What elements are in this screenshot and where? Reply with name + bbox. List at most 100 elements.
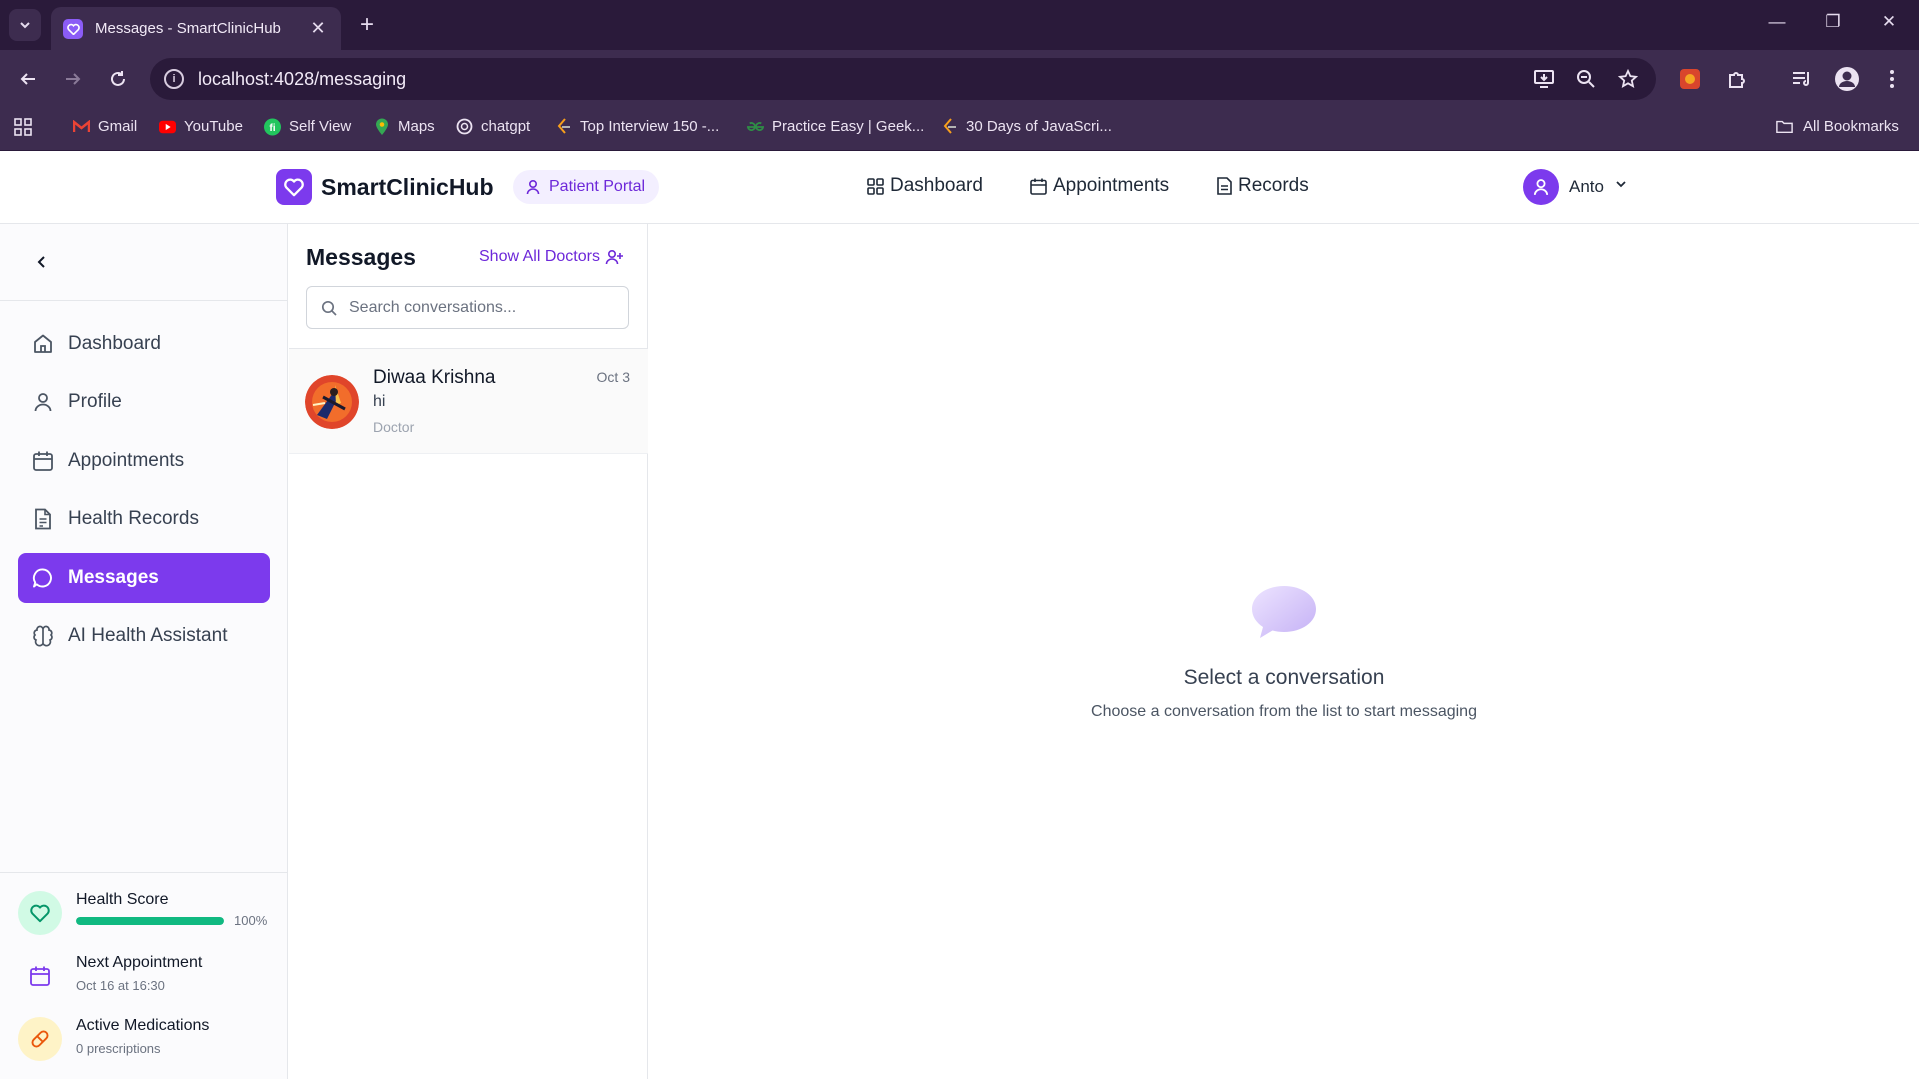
media-controls-icon[interactable]: [1788, 65, 1816, 93]
chevron-down-icon: [20, 22, 30, 29]
brain-icon: [33, 625, 53, 647]
patient-portal-badge: Patient Portal: [513, 170, 660, 204]
url-text: localhost:4028/messaging: [198, 68, 407, 89]
active-medications-card[interactable]: Active Medications 0 prescriptions: [18, 1015, 272, 1065]
empty-state-subtitle: Choose a conversation from the list to s…: [1091, 703, 1477, 720]
show-all-doctors-button[interactable]: Show All Doctors: [479, 248, 623, 266]
brand-name[interactable]: SmartClinicHub: [321, 174, 494, 201]
next-appointment-title: Next Appointment: [76, 954, 203, 971]
self-view-icon: fi: [264, 118, 281, 135]
conversation-role: Doctor: [373, 419, 415, 435]
browser-menu-icon[interactable]: [1878, 65, 1906, 93]
bookmark-label: Self View: [289, 118, 352, 135]
bookmark-self-view[interactable]: fi Self View: [264, 118, 351, 135]
tab-title: Messages - SmartClinicHub: [95, 20, 281, 37]
minimize-icon[interactable]: —: [1762, 12, 1792, 32]
geeksforgeeks-icon: [747, 118, 764, 135]
sidebar-item-label: Appointments: [68, 450, 185, 471]
health-score-fill: [76, 917, 224, 925]
health-score-value: 100%: [234, 913, 268, 928]
bookmark-gmail[interactable]: Gmail: [73, 118, 137, 135]
next-appointment-time: Oct 16 at 16:30: [76, 978, 165, 993]
nav-records[interactable]: Records: [1217, 175, 1309, 197]
user-icon: [34, 393, 52, 412]
bookmark-top-interview[interactable]: Top Interview 150 -...: [555, 118, 719, 135]
sidebar-item-label: Messages: [68, 567, 159, 588]
browser-tab-active[interactable]: Messages - SmartClinicHub ✕: [51, 7, 341, 50]
search-input[interactable]: [349, 298, 619, 317]
tab-search-button[interactable]: [9, 9, 41, 41]
next-appointment-card[interactable]: Next Appointment Oct 16 at 16:30: [18, 952, 272, 1002]
doctor-avatar: [305, 375, 359, 429]
conversation-item[interactable]: Diwaa Krishna Oct 3 hi Doctor: [289, 349, 648, 454]
document-icon: [1217, 177, 1232, 195]
bookmark-star-icon[interactable]: [1616, 67, 1640, 91]
sidebar: Dashboard Profile Appointments Health Re…: [0, 224, 288, 1079]
chat-icon: [32, 568, 52, 588]
user-avatar[interactable]: [1523, 169, 1559, 205]
bookmark-chatgpt[interactable]: chatgpt: [456, 118, 530, 135]
health-score-title: Health Score: [76, 891, 169, 908]
sidebar-item-ai-assistant[interactable]: AI Health Assistant: [18, 611, 270, 661]
reload-icon[interactable]: [103, 64, 133, 94]
user-name[interactable]: Anto: [1569, 177, 1604, 197]
forward-icon[interactable]: [58, 64, 88, 94]
heart-logo-icon[interactable]: [276, 169, 312, 205]
new-tab-button[interactable]: +: [352, 10, 382, 40]
sidebar-item-health-records[interactable]: Health Records: [18, 494, 270, 544]
extensions-puzzle-icon[interactable]: [1723, 65, 1751, 93]
messages-title: Messages: [306, 244, 416, 270]
extension-red-icon[interactable]: [1676, 65, 1704, 93]
bookmarks-bar: Gmail YouTube fi Self View Maps chatgpt …: [0, 108, 1919, 151]
nav-label: Appointments: [1053, 175, 1170, 196]
leetcode-icon: [555, 118, 572, 135]
active-medications-title: Active Medications: [76, 1017, 210, 1034]
conversation-name: Diwaa Krishna: [373, 367, 496, 388]
close-window-icon[interactable]: ✕: [1874, 12, 1904, 32]
collapse-sidebar-button[interactable]: [30, 250, 54, 274]
site-info-icon[interactable]: i: [164, 69, 184, 89]
chat-bubble-icon: [1252, 586, 1316, 638]
sidebar-item-messages[interactable]: Messages: [18, 553, 270, 603]
apps-grid-icon[interactable]: [14, 118, 32, 136]
nav-appointments[interactable]: Appointments: [1030, 175, 1169, 197]
home-icon: [34, 334, 52, 353]
bookmark-maps[interactable]: Maps: [373, 118, 435, 135]
sidebar-item-profile[interactable]: Profile: [18, 377, 270, 427]
grid-icon: [867, 177, 884, 195]
bookmark-label: Top Interview 150 -...: [580, 118, 720, 135]
conversation-last-message: hi: [373, 393, 386, 410]
bookmark-youtube[interactable]: YouTube: [159, 118, 243, 135]
sidebar-item-label: Profile: [68, 391, 122, 412]
back-icon[interactable]: [13, 64, 43, 94]
svg-text:fi: fi: [269, 122, 275, 133]
address-bar[interactable]: i localhost:4028/messaging: [150, 58, 1656, 100]
bookmark-label: Practice Easy | Geek...: [772, 118, 925, 135]
active-medications-count: 0 prescriptions: [76, 1041, 161, 1056]
conversation-view-empty: Select a conversation Choose a conversat…: [649, 224, 1919, 1079]
browser-tab-bar: Messages - SmartClinicHub ✕ + — ❐ ✕: [0, 0, 1919, 50]
bookmark-30-days-js[interactable]: 30 Days of JavaScri...: [941, 118, 1112, 135]
leetcode-icon: [941, 118, 958, 135]
sidebar-item-label: Health Records: [68, 508, 199, 529]
zoom-icon[interactable]: [1574, 67, 1598, 91]
bookmark-geeks[interactable]: Practice Easy | Geek...: [747, 118, 924, 135]
tab-close-icon[interactable]: ✕: [307, 18, 329, 39]
bookmark-label: Maps: [398, 118, 435, 135]
install-app-icon[interactable]: [1532, 67, 1556, 91]
portal-label: Patient Portal: [549, 178, 646, 195]
search-box[interactable]: [306, 286, 629, 329]
nav-dashboard[interactable]: Dashboard: [867, 175, 983, 197]
restore-icon[interactable]: ❐: [1818, 12, 1848, 32]
app-header: SmartClinicHub Patient Portal Dashboard …: [0, 151, 1919, 224]
sidebar-item-appointments[interactable]: Appointments: [18, 436, 270, 486]
all-bookmarks[interactable]: All Bookmarks: [1776, 118, 1899, 135]
folder-icon: [1776, 118, 1793, 135]
conversation-date: Oct 3: [596, 369, 630, 385]
sidebar-item-dashboard[interactable]: Dashboard: [18, 319, 270, 369]
health-score-bar: [76, 917, 224, 925]
calendar-icon: [1030, 178, 1047, 195]
profile-icon[interactable]: [1833, 65, 1861, 93]
chevron-down-icon[interactable]: [1614, 177, 1628, 196]
nav-label: Records: [1238, 175, 1309, 196]
